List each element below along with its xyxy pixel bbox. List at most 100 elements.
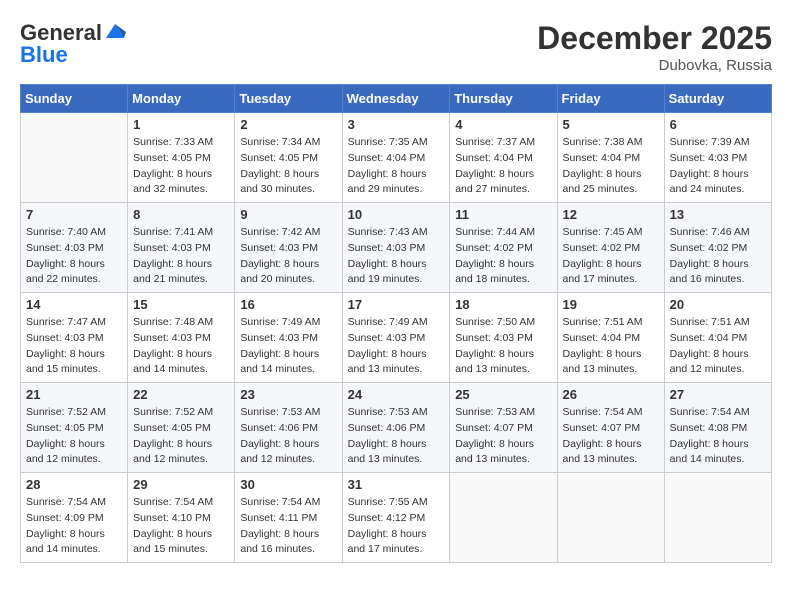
day-cell: 22 Sunrise: 7:52 AMSunset: 4:05 PMDayligh… [128, 383, 235, 473]
day-info: Sunrise: 7:45 AMSunset: 4:02 PMDaylight:… [563, 225, 659, 288]
day-info: Sunrise: 7:55 AMSunset: 4:12 PMDaylight:… [348, 495, 445, 558]
day-number: 12 [563, 207, 659, 222]
day-info: Sunrise: 7:34 AMSunset: 4:05 PMDaylight:… [240, 135, 336, 198]
day-number: 9 [240, 207, 336, 222]
day-info: Sunrise: 7:49 AMSunset: 4:03 PMDaylight:… [240, 315, 336, 378]
column-header-saturday: Saturday [664, 85, 771, 113]
day-cell: 17 Sunrise: 7:49 AMSunset: 4:03 PMDayligh… [342, 293, 450, 383]
day-cell: 23 Sunrise: 7:53 AMSunset: 4:06 PMDayligh… [235, 383, 342, 473]
column-header-tuesday: Tuesday [235, 85, 342, 113]
column-header-thursday: Thursday [450, 85, 557, 113]
day-info: Sunrise: 7:47 AMSunset: 4:03 PMDaylight:… [26, 315, 122, 378]
day-info: Sunrise: 7:41 AMSunset: 4:03 PMDaylight:… [133, 225, 229, 288]
day-info: Sunrise: 7:51 AMSunset: 4:04 PMDaylight:… [563, 315, 659, 378]
day-info: Sunrise: 7:54 AMSunset: 4:07 PMDaylight:… [563, 405, 659, 468]
day-cell: 15Sunrise: 7:48 AMSunset: 4:03 PMDayligh… [128, 293, 235, 383]
day-info: Sunrise: 7:53 AMSunset: 4:06 PMDaylight:… [348, 405, 445, 468]
day-cell: 6 Sunrise: 7:39 AMSunset: 4:03 PMDaylight… [664, 113, 771, 203]
day-cell [21, 113, 128, 203]
day-cell: 9 Sunrise: 7:42 AMSunset: 4:03 PMDaylight… [235, 203, 342, 293]
day-cell: 19 Sunrise: 7:51 AMSunset: 4:04 PMDayligh… [557, 293, 664, 383]
calendar-body: 1 Sunrise: 7:33 AMSunset: 4:05 PMDaylight… [21, 113, 772, 563]
day-info: Sunrise: 7:49 AMSunset: 4:03 PMDaylight:… [348, 315, 445, 378]
day-cell: 24Sunrise: 7:53 AMSunset: 4:06 PMDayligh… [342, 383, 450, 473]
day-info: Sunrise: 7:51 AMSunset: 4:04 PMDaylight:… [670, 315, 766, 378]
day-number: 28 [26, 477, 122, 492]
day-cell: 5 Sunrise: 7:38 AMSunset: 4:04 PMDaylight… [557, 113, 664, 203]
week-row-5: 28 Sunrise: 7:54 AMSunset: 4:09 PMDayligh… [21, 473, 772, 563]
day-number: 18 [455, 297, 551, 312]
day-info: Sunrise: 7:54 AMSunset: 4:09 PMDaylight:… [26, 495, 122, 558]
day-cell: 26Sunrise: 7:54 AMSunset: 4:07 PMDayligh… [557, 383, 664, 473]
day-cell: 30Sunrise: 7:54 AMSunset: 4:11 PMDayligh… [235, 473, 342, 563]
page-header: General Blue December 2025 Dubovka, Russ… [20, 20, 772, 74]
day-cell [450, 473, 557, 563]
day-cell: 7Sunrise: 7:40 AMSunset: 4:03 PMDaylight… [21, 203, 128, 293]
day-number: 6 [670, 117, 766, 132]
week-row-4: 21 Sunrise: 7:52 AMSunset: 4:05 PMDayligh… [21, 383, 772, 473]
column-header-sunday: Sunday [21, 85, 128, 113]
week-row-3: 14 Sunrise: 7:47 AMSunset: 4:03 PMDayligh… [21, 293, 772, 383]
day-number: 29 [133, 477, 229, 492]
day-number: 19 [563, 297, 659, 312]
day-info: Sunrise: 7:54 AMSunset: 4:08 PMDaylight:… [670, 405, 766, 468]
day-cell: 16Sunrise: 7:49 AMSunset: 4:03 PMDayligh… [235, 293, 342, 383]
day-number: 23 [240, 387, 336, 402]
day-number: 4 [455, 117, 551, 132]
day-info: Sunrise: 7:35 AMSunset: 4:04 PMDaylight:… [348, 135, 445, 198]
day-cell: 28 Sunrise: 7:54 AMSunset: 4:09 PMDayligh… [21, 473, 128, 563]
day-info: Sunrise: 7:52 AMSunset: 4:05 PMDaylight:… [26, 405, 122, 468]
day-info: Sunrise: 7:44 AMSunset: 4:02 PMDaylight:… [455, 225, 551, 288]
day-info: Sunrise: 7:53 AMSunset: 4:07 PMDaylight:… [455, 405, 551, 468]
day-cell: 12 Sunrise: 7:45 AMSunset: 4:02 PMDayligh… [557, 203, 664, 293]
month-title: December 2025 [537, 20, 772, 57]
day-number: 15 [133, 297, 229, 312]
logo-icon [104, 20, 126, 42]
day-info: Sunrise: 7:50 AMSunset: 4:03 PMDaylight:… [455, 315, 551, 378]
day-cell: 27 Sunrise: 7:54 AMSunset: 4:08 PMDayligh… [664, 383, 771, 473]
calendar-table: SundayMondayTuesdayWednesdayThursdayFrid… [20, 84, 772, 563]
day-number: 21 [26, 387, 122, 402]
day-cell: 10Sunrise: 7:43 AMSunset: 4:03 PMDayligh… [342, 203, 450, 293]
day-info: Sunrise: 7:38 AMSunset: 4:04 PMDaylight:… [563, 135, 659, 198]
day-number: 20 [670, 297, 766, 312]
day-cell: 21 Sunrise: 7:52 AMSunset: 4:05 PMDayligh… [21, 383, 128, 473]
logo: General Blue [20, 20, 126, 68]
day-info: Sunrise: 7:52 AMSunset: 4:05 PMDaylight:… [133, 405, 229, 468]
day-cell: 8 Sunrise: 7:41 AMSunset: 4:03 PMDaylight… [128, 203, 235, 293]
day-cell: 25 Sunrise: 7:53 AMSunset: 4:07 PMDayligh… [450, 383, 557, 473]
day-number: 11 [455, 207, 551, 222]
calendar-header-row: SundayMondayTuesdayWednesdayThursdayFrid… [21, 85, 772, 113]
day-cell: 31 Sunrise: 7:55 AMSunset: 4:12 PMDayligh… [342, 473, 450, 563]
day-number: 17 [348, 297, 445, 312]
day-number: 2 [240, 117, 336, 132]
day-info: Sunrise: 7:54 AMSunset: 4:11 PMDaylight:… [240, 495, 336, 558]
day-number: 5 [563, 117, 659, 132]
day-number: 3 [348, 117, 445, 132]
day-info: Sunrise: 7:40 AMSunset: 4:03 PMDaylight:… [26, 225, 122, 288]
day-cell: 29Sunrise: 7:54 AMSunset: 4:10 PMDayligh… [128, 473, 235, 563]
day-number: 22 [133, 387, 229, 402]
day-cell: 13 Sunrise: 7:46 AMSunset: 4:02 PMDayligh… [664, 203, 771, 293]
day-number: 13 [670, 207, 766, 222]
day-info: Sunrise: 7:53 AMSunset: 4:06 PMDaylight:… [240, 405, 336, 468]
day-info: Sunrise: 7:39 AMSunset: 4:03 PMDaylight:… [670, 135, 766, 198]
day-info: Sunrise: 7:46 AMSunset: 4:02 PMDaylight:… [670, 225, 766, 288]
day-number: 27 [670, 387, 766, 402]
day-number: 25 [455, 387, 551, 402]
day-number: 31 [348, 477, 445, 492]
day-info: Sunrise: 7:37 AMSunset: 4:04 PMDaylight:… [455, 135, 551, 198]
column-header-friday: Friday [557, 85, 664, 113]
column-header-monday: Monday [128, 85, 235, 113]
location: Dubovka, Russia [537, 57, 772, 74]
day-cell: 11 Sunrise: 7:44 AMSunset: 4:02 PMDayligh… [450, 203, 557, 293]
day-number: 1 [133, 117, 229, 132]
day-info: Sunrise: 7:33 AMSunset: 4:05 PMDaylight:… [133, 135, 229, 198]
day-cell: 1 Sunrise: 7:33 AMSunset: 4:05 PMDaylight… [128, 113, 235, 203]
day-info: Sunrise: 7:42 AMSunset: 4:03 PMDaylight:… [240, 225, 336, 288]
day-cell [557, 473, 664, 563]
day-number: 8 [133, 207, 229, 222]
week-row-1: 1 Sunrise: 7:33 AMSunset: 4:05 PMDaylight… [21, 113, 772, 203]
day-number: 14 [26, 297, 122, 312]
day-cell: 20 Sunrise: 7:51 AMSunset: 4:04 PMDayligh… [664, 293, 771, 383]
